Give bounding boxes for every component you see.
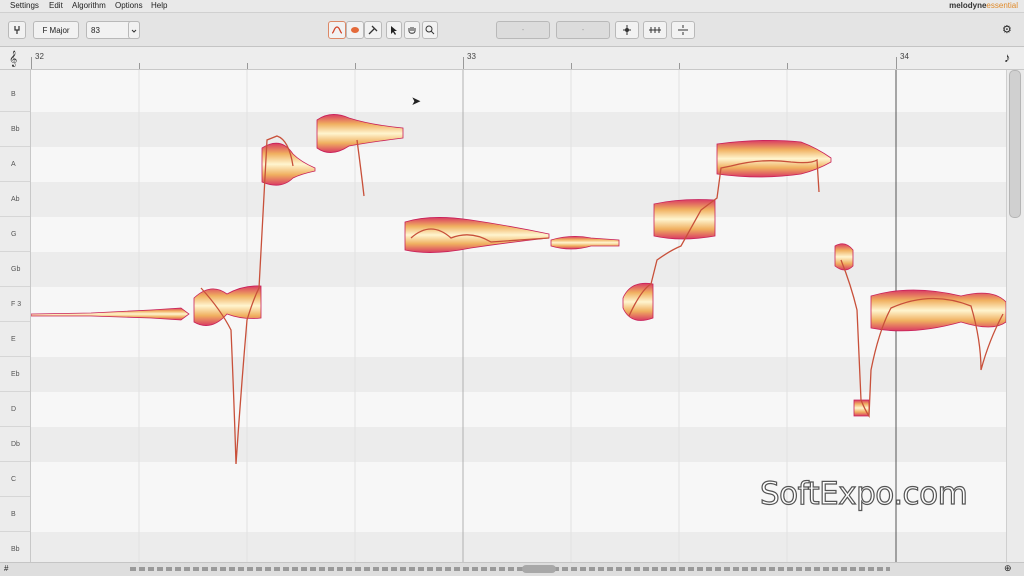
pitch-label: Bb xyxy=(0,112,30,147)
note-blob[interactable] xyxy=(870,289,1006,332)
pitch-label: B xyxy=(0,77,30,112)
timeline-ruler[interactable]: 𝄞 32 33 34 ♪ xyxy=(0,47,1024,70)
ruler-tick xyxy=(355,63,356,69)
pitch-label: A xyxy=(0,147,30,182)
clef-icon[interactable]: 𝄞 xyxy=(9,50,17,67)
pitch-label: Db xyxy=(0,427,30,462)
note-blob[interactable] xyxy=(31,307,190,321)
tuning-fork-icon[interactable] xyxy=(8,21,26,39)
quantize-time-icon[interactable] xyxy=(671,21,695,39)
ruler-tick xyxy=(247,63,248,69)
timeline-overview-bar[interactable]: # ⊕ xyxy=(0,562,1024,576)
ruler-tick xyxy=(31,57,32,69)
bar-number: 32 xyxy=(35,52,44,61)
vertical-zoom-bar[interactable] xyxy=(1006,70,1024,562)
menu-algorithm[interactable]: Algorithm xyxy=(72,1,106,10)
pitch-label: F 3 xyxy=(0,287,30,322)
zoom-tool-icon[interactable] xyxy=(422,21,438,39)
menu-bar: Settings Edit Algorithm Options Help mel… xyxy=(0,0,1024,13)
note-blob[interactable] xyxy=(622,282,654,321)
pitch-label: Eb xyxy=(0,357,30,392)
info-field-b[interactable]: - xyxy=(556,21,610,39)
ruler-tick xyxy=(679,63,680,69)
pointer-tool-icon[interactable] xyxy=(386,21,402,39)
pitch-center-icon[interactable] xyxy=(615,21,639,39)
pitch-label: D xyxy=(0,392,30,427)
tempo-dropdown-icon[interactable] xyxy=(128,21,140,39)
info-field-a[interactable]: - xyxy=(496,21,550,39)
ruler-tick xyxy=(463,57,464,69)
tempo-value: 83 xyxy=(91,25,100,35)
hand-tool-icon[interactable] xyxy=(404,21,420,39)
vertical-scrollbar-thumb[interactable] xyxy=(1009,70,1021,218)
ruler-tick xyxy=(571,63,572,69)
watermark: SoftExpo.com xyxy=(759,475,968,512)
pitch-label: Ab xyxy=(0,182,30,217)
bar-number: 34 xyxy=(900,52,909,61)
amplitude-tool-icon[interactable] xyxy=(346,21,364,39)
pitch-label: E xyxy=(0,322,30,357)
grid-icon[interactable]: # xyxy=(4,564,8,573)
gear-icon[interactable]: ⚙ xyxy=(1002,23,1012,36)
zoom-fit-icon[interactable]: ⊕ xyxy=(1004,563,1012,574)
pitch-ruler: B Bb A Ab G Gb F 3 E Eb D Db C B Bb xyxy=(0,70,31,567)
note-blob[interactable] xyxy=(550,236,620,250)
ruler-tick xyxy=(787,63,788,69)
pitch-tool-icon[interactable] xyxy=(328,21,346,39)
ruler-tick xyxy=(896,57,897,69)
overview-waveform xyxy=(130,567,890,571)
app-logo: melodyneessential xyxy=(949,1,1018,10)
scale-selector[interactable]: F Major xyxy=(33,21,79,39)
menu-help[interactable]: Help xyxy=(151,1,167,10)
pitch-label: Gb xyxy=(0,252,30,287)
mouse-cursor-icon: ➤ xyxy=(411,94,422,108)
menu-options[interactable]: Options xyxy=(115,1,143,10)
note-blob[interactable] xyxy=(404,217,550,253)
ruler-tick xyxy=(139,63,140,69)
menu-settings[interactable]: Settings xyxy=(10,1,39,10)
toolbar: F Major 83 - - ⚙ xyxy=(0,13,1024,47)
note-blob[interactable] xyxy=(653,199,716,240)
bar-number: 33 xyxy=(467,52,476,61)
pitch-drift-icon[interactable] xyxy=(643,21,667,39)
pitch-label: C xyxy=(0,462,30,497)
note-icon[interactable]: ♪ xyxy=(1004,50,1011,65)
menu-edit[interactable]: Edit xyxy=(49,1,63,10)
macro-tool-icon[interactable] xyxy=(364,21,382,39)
pitch-label: G xyxy=(0,217,30,252)
horizontal-scrollbar-thumb[interactable] xyxy=(522,565,556,573)
pitch-label: B xyxy=(0,497,30,532)
